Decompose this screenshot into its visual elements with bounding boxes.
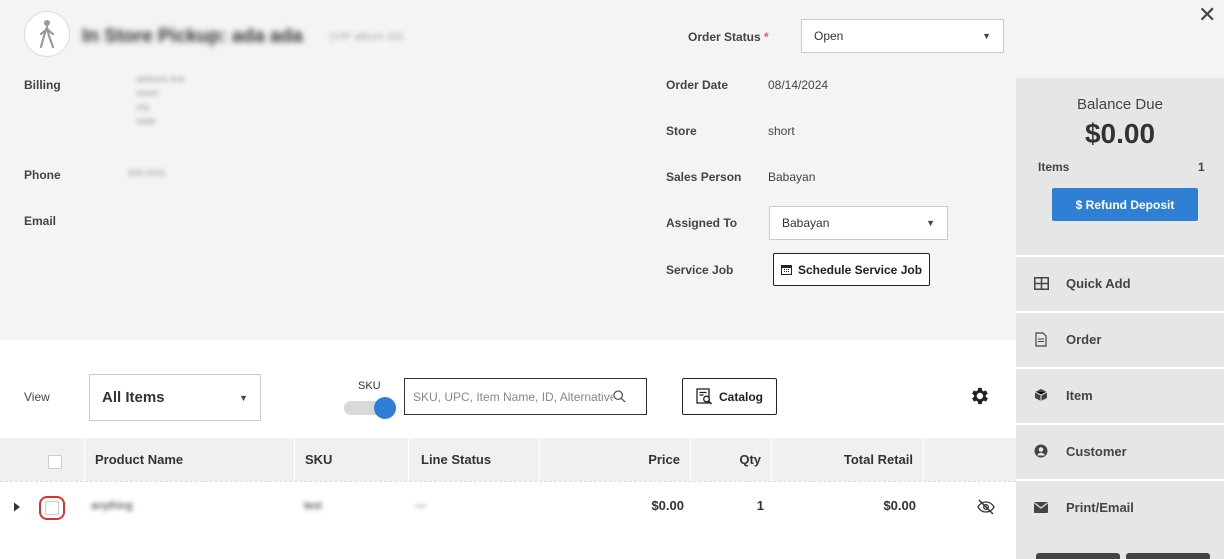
column-divider bbox=[294, 438, 295, 481]
document-icon bbox=[1032, 331, 1050, 347]
sales-person-value: Babayan bbox=[768, 170, 816, 184]
column-header-product-name[interactable]: Product Name bbox=[95, 438, 183, 481]
cell-qty: 1 bbox=[756, 498, 764, 513]
billing-line-1: address line bbox=[136, 74, 185, 84]
billing-line-3: city bbox=[136, 102, 150, 112]
side-menu-label: Quick Add bbox=[1066, 275, 1131, 291]
catalog-button-label: Catalog bbox=[718, 389, 763, 404]
row-checkbox-highlight bbox=[39, 496, 65, 520]
order-status-label: Order Status * bbox=[688, 30, 769, 44]
balance-due-amount: $0.00 bbox=[1084, 118, 1156, 149]
column-header-qty[interactable]: Qty bbox=[691, 438, 761, 481]
gear-icon[interactable] bbox=[968, 385, 990, 407]
expand-caret-icon[interactable] bbox=[13, 502, 21, 512]
side-menu-label: Item bbox=[1066, 387, 1093, 403]
store-value: short bbox=[768, 124, 795, 138]
order-title: In Store Pickup: ada ada bbox=[82, 26, 303, 47]
items-label: Items bbox=[1038, 160, 1070, 174]
user-circle-icon bbox=[1032, 444, 1050, 458]
column-divider bbox=[84, 438, 85, 481]
side-menu-order[interactable]: Order bbox=[1016, 311, 1224, 365]
catalog-search-icon bbox=[696, 388, 713, 405]
header-row-divider bbox=[0, 481, 1016, 482]
service-job-label: Service Job bbox=[666, 263, 734, 277]
column-header-line-status[interactable]: Line Status bbox=[421, 438, 491, 481]
toggle-knob bbox=[374, 397, 396, 419]
sku-toggle[interactable] bbox=[344, 397, 396, 419]
column-header-total-retail[interactable]: Total Retail bbox=[772, 438, 913, 481]
schedule-service-job-button[interactable]: Schedule Service Job bbox=[773, 253, 930, 286]
grid-icon bbox=[1032, 276, 1050, 290]
cell-line-status: — bbox=[415, 500, 426, 512]
items-count: 1 bbox=[1198, 160, 1205, 174]
column-header-sku[interactable]: SKU bbox=[305, 438, 332, 481]
pickup-avatar bbox=[24, 11, 70, 57]
order-status-value: Open bbox=[814, 29, 844, 43]
walking-person-icon bbox=[39, 20, 55, 49]
eye-slash-icon[interactable] bbox=[977, 499, 995, 515]
schedule-service-job-label: Schedule Service Job bbox=[797, 262, 923, 277]
side-menu-label: Order bbox=[1066, 331, 1102, 347]
side-menu-label: Customer bbox=[1066, 443, 1127, 459]
side-menu-customer[interactable]: Customer bbox=[1016, 423, 1224, 477]
order-date-label: Order Date bbox=[666, 78, 729, 92]
view-select-value: All Items bbox=[102, 389, 165, 406]
cell-total-retail: $0.00 bbox=[883, 498, 916, 513]
cell-price: $0.00 bbox=[651, 498, 684, 513]
close-icon: ✕ bbox=[1198, 2, 1217, 27]
column-header-price[interactable]: Price bbox=[540, 438, 680, 481]
phone-label: Phone bbox=[24, 168, 61, 182]
view-label: View bbox=[24, 390, 50, 404]
view-select[interactable]: All Items ▼ bbox=[89, 374, 261, 421]
box-icon bbox=[1032, 388, 1050, 402]
order-status-select[interactable]: Open ▼ bbox=[801, 19, 1004, 53]
side-menu-item[interactable]: Item bbox=[1016, 367, 1224, 421]
assigned-to-value: Babayan bbox=[782, 216, 830, 230]
assigned-to-label: Assigned To bbox=[666, 216, 738, 230]
sku-toggle-label: SKU bbox=[358, 380, 381, 392]
billing-label: Billing bbox=[24, 78, 61, 92]
cell-sku: test bbox=[304, 500, 322, 512]
billing-line-4: state bbox=[136, 116, 156, 126]
order-date-value: 08/14/2024 bbox=[768, 78, 829, 92]
footer-button-left[interactable] bbox=[1036, 553, 1120, 559]
close-button[interactable]: ✕ bbox=[1198, 4, 1216, 26]
phone-value: 555-0101 bbox=[128, 168, 167, 178]
chevron-down-icon: ▼ bbox=[239, 392, 248, 403]
cell-product-name[interactable]: anything bbox=[91, 500, 133, 512]
row-checkbox[interactable] bbox=[45, 501, 59, 515]
column-divider bbox=[923, 438, 924, 481]
catalog-button[interactable]: Catalog bbox=[682, 378, 777, 415]
select-all-checkbox[interactable] bbox=[48, 455, 62, 469]
column-divider bbox=[408, 438, 409, 481]
side-menu-label: Print/Email bbox=[1066, 499, 1134, 515]
store-label: Store bbox=[666, 124, 697, 138]
side-menu-print-email[interactable]: Print/Email bbox=[1016, 479, 1224, 533]
sales-person-label: Sales Person bbox=[666, 170, 742, 184]
product-search-box bbox=[404, 378, 647, 415]
assigned-to-select[interactable]: Babayan ▼ bbox=[769, 206, 948, 240]
chevron-down-icon: ▼ bbox=[926, 218, 935, 228]
product-search-input[interactable] bbox=[413, 389, 613, 404]
order-subtitle: (VIP album 00) bbox=[330, 31, 404, 43]
calendar-icon bbox=[780, 265, 792, 275]
search-icon[interactable] bbox=[613, 390, 626, 403]
chevron-down-icon: ▼ bbox=[982, 31, 991, 41]
refund-deposit-button[interactable]: $ Refund Deposit bbox=[1052, 188, 1198, 221]
balance-due-label: Balance Due bbox=[1077, 96, 1163, 113]
side-menu-quick-add[interactable]: Quick Add bbox=[1016, 255, 1224, 309]
envelope-icon bbox=[1032, 501, 1050, 513]
billing-line-2: street bbox=[136, 88, 159, 98]
email-label: Email bbox=[24, 214, 57, 228]
footer-button-right[interactable] bbox=[1126, 553, 1210, 559]
